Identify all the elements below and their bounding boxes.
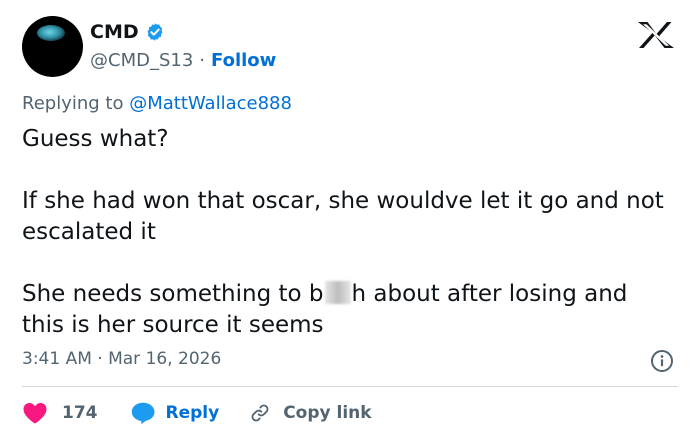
- tweet-text-line-1: Guess what?: [22, 126, 169, 152]
- tweet-body: Guess what? If she had won that oscar, s…: [22, 124, 672, 341]
- copy-link-label: Copy link: [283, 403, 372, 423]
- replying-to-mention[interactable]: @MattWallace888: [129, 93, 292, 114]
- reply-button[interactable]: Reply: [130, 401, 220, 425]
- verified-badge-icon: [147, 23, 163, 41]
- like-count: 174: [62, 403, 98, 423]
- author-handle-row: @CMD_S13 · Follow: [90, 48, 276, 72]
- like-button[interactable]: 174: [22, 401, 98, 425]
- link-icon: [251, 404, 269, 422]
- reply-label: Reply: [165, 403, 220, 423]
- speech-bubble-icon: [131, 402, 154, 425]
- action-bar: 174 Reply Copy link: [22, 399, 372, 427]
- x-logo-icon[interactable]: [635, 20, 677, 50]
- author-name-row: CMD: [90, 20, 165, 44]
- paragraph-3-start: She needs something to b: [22, 281, 324, 307]
- divider: [22, 386, 678, 387]
- separator-dot: ·: [199, 49, 206, 71]
- heart-icon: [23, 403, 47, 424]
- tweet-timestamp[interactable]: 3:41 AM · Mar 16, 2026: [22, 349, 221, 369]
- info-icon[interactable]: [650, 349, 674, 373]
- replying-to-label: Replying to: [22, 93, 124, 114]
- tweet-text-paragraph-3: She needs something to bh about after lo…: [22, 279, 672, 341]
- censored-word-blur: [324, 281, 351, 304]
- follow-button[interactable]: Follow: [211, 50, 276, 71]
- tweet-text-paragraph-2: If she had won that oscar, she wouldve l…: [22, 188, 664, 245]
- tweet-card: CMD @CMD_S13 · Follow Replying to @MattW…: [0, 0, 700, 440]
- avatar-image: [37, 25, 65, 41]
- copy-link-button[interactable]: Copy link: [249, 402, 372, 424]
- author-display-name[interactable]: CMD: [90, 21, 139, 43]
- replying-to-line: Replying to @MattWallace888: [22, 93, 292, 114]
- avatar[interactable]: [22, 16, 83, 77]
- author-handle[interactable]: @CMD_S13: [90, 50, 193, 71]
